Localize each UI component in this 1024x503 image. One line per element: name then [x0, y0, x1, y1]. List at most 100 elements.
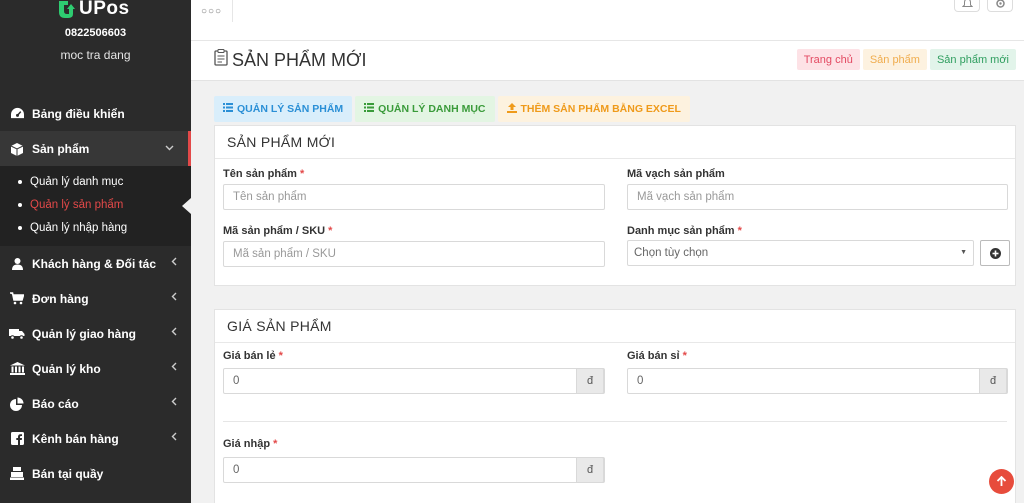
page-title-text: SẢN PHẨM MỚI	[232, 49, 367, 70]
tab-manage-categories[interactable]: QUẢN LÝ DANH MỤC	[355, 96, 495, 122]
sidebar-item-label: Khách hàng & Đối tác	[32, 256, 157, 271]
app-logo[interactable]: UPos	[56, 0, 130, 21]
label-text: Giá bán sỉ	[627, 350, 680, 362]
clipboard-icon	[214, 49, 228, 71]
list-icon	[223, 103, 233, 115]
input-value: 0	[233, 464, 240, 476]
label-text: Danh mục sản phẩm	[627, 225, 735, 237]
sidebar-nav: Bảng điều khiển Sản phẩm Quản lý danh mụ…	[0, 96, 191, 491]
sidebar-item-label: Đơn hàng	[32, 291, 89, 306]
sidebar: UPos 0822506603 moc tra dang Bảng điều k…	[0, 0, 191, 503]
required-mark: *	[682, 350, 687, 362]
box-icon	[9, 142, 25, 156]
upload-icon	[506, 102, 517, 116]
bell-icon	[961, 0, 973, 7]
chevron-left-icon	[171, 432, 177, 444]
label-text: Giá bán lẻ	[223, 350, 276, 362]
import-price-label: Giá nhập *	[223, 438, 277, 450]
label-text: Giá nhập	[223, 438, 271, 450]
sidebar-item-orders[interactable]: Đơn hàng	[0, 281, 191, 316]
settings-button[interactable]	[987, 0, 1013, 12]
apps-menu-button[interactable]: ○○○	[191, 0, 233, 22]
label-text: Mã vạch sản phẩm	[627, 168, 725, 180]
chevron-left-icon	[171, 327, 177, 339]
product-name-input[interactable]: Tên sản phẩm	[223, 184, 605, 210]
dots-icon: ○○○	[200, 5, 223, 17]
caret-down-icon: ▼	[960, 249, 967, 256]
submenu-item-imports[interactable]: Quản lý nhập hàng	[0, 216, 191, 239]
required-mark: *	[328, 225, 333, 237]
truck-icon	[9, 327, 25, 341]
logo-icon	[56, 0, 76, 19]
submenu-item-label: Quản lý sản phẩm	[30, 198, 124, 211]
required-mark: *	[273, 438, 278, 450]
barcode-input[interactable]: Mã vạch sản phẩm	[627, 184, 1008, 210]
submenu-item-products[interactable]: Quản lý sản phẩm	[0, 193, 191, 216]
required-mark: *	[278, 350, 283, 362]
sidebar-item-label: Quản lý giao hàng	[32, 326, 137, 341]
section-divider	[223, 421, 1007, 422]
chevron-down-icon	[165, 142, 174, 154]
panel-title: SẢN PHẨM MỚI	[215, 126, 1015, 159]
chevron-left-icon	[171, 257, 177, 269]
sidebar-item-sales-channels[interactable]: Kênh bán hàng	[0, 421, 191, 456]
tab-manage-products[interactable]: QUẢN LÝ SẢN PHẨM	[214, 96, 353, 122]
placeholder-text: Mã sản phẩm / SKU	[233, 248, 336, 260]
sidebar-item-reports[interactable]: Báo cáo	[0, 386, 191, 421]
sidebar-item-label: Bán tại quầy	[32, 466, 104, 481]
products-submenu: Quản lý danh mục Quản lý sản phẩm Quản l…	[0, 166, 191, 246]
submenu-item-label: Quản lý nhập hàng	[30, 221, 128, 234]
wholesale-price-label: Giá bán sỉ *	[627, 350, 687, 362]
bullet-icon	[18, 225, 22, 230]
sidebar-item-label: Kênh bán hàng	[32, 431, 119, 446]
sidebar-item-label: Bảng điều khiển	[32, 106, 125, 121]
sidebar-item-pos[interactable]: Bán tại quầy	[0, 456, 191, 491]
breadcrumb-current: Sản phẩm mới	[929, 49, 1016, 70]
page-title: SẢN PHẨM MỚI	[214, 49, 366, 71]
label-text: Tên sản phẩm	[223, 168, 297, 180]
user-phone: 0822506603	[64, 27, 127, 39]
tab-label: THÊM SẢN PHẨM BẰNG EXCEL	[520, 103, 681, 115]
sidebar-item-dashboard[interactable]: Bảng điều khiển	[0, 96, 191, 131]
cash-register-icon	[9, 467, 25, 481]
page-header: SẢN PHẨM MỚI Trang chủ Sản phẩm Sản phẩm…	[191, 41, 1024, 81]
tab-label: QUẢN LÝ DANH MỤC	[378, 103, 486, 115]
plus-circle-icon	[989, 247, 1001, 259]
tab-label: QUẢN LÝ SẢN PHẨM	[237, 103, 344, 115]
sidebar-item-warehouse[interactable]: Quản lý kho	[0, 351, 191, 386]
user-icon	[9, 257, 25, 271]
breadcrumb-products[interactable]: Sản phẩm	[862, 49, 927, 70]
tab-import-excel[interactable]: THÊM SẢN PHẨM BẰNG EXCEL	[497, 96, 690, 122]
submenu-item-categories[interactable]: Quản lý danh mục	[0, 170, 191, 193]
input-value: 0	[637, 375, 644, 387]
sidebar-item-shipping[interactable]: Quản lý giao hàng	[0, 316, 191, 351]
required-mark: *	[737, 225, 742, 237]
retail-price-input[interactable]: 0 đ	[223, 368, 605, 394]
scroll-to-top-button[interactable]	[989, 469, 1014, 494]
retail-price-label: Giá bán lẻ *	[223, 350, 283, 362]
gear-icon	[995, 0, 1005, 8]
select-value: Chọn tùy chọn	[634, 247, 709, 259]
sidebar-item-customers[interactable]: Khách hàng & Đối tác	[0, 246, 191, 281]
list-icon	[364, 103, 375, 115]
warehouse-icon	[9, 362, 25, 376]
action-tabs: QUẢN LÝ SẢN PHẨM QUẢN LÝ DANH MỤC THÊM S…	[214, 96, 690, 122]
user-name: moc tra dang	[60, 48, 131, 62]
bullet-icon	[18, 202, 22, 207]
sku-input[interactable]: Mã sản phẩm / SKU	[223, 241, 605, 267]
notification-bell-button[interactable]	[954, 0, 980, 12]
sidebar-item-products[interactable]: Sản phẩm	[0, 131, 191, 166]
category-select[interactable]: Chọn tùy chọn ▼	[627, 240, 974, 266]
currency-addon: đ	[979, 368, 1007, 394]
placeholder-text: Mã vạch sản phẩm	[637, 191, 735, 203]
sidebar-item-label: Báo cáo	[32, 396, 79, 411]
wholesale-price-input[interactable]: 0 đ	[627, 368, 1008, 394]
import-price-input[interactable]: 0 đ	[223, 457, 605, 483]
topbar: ○○○	[191, 0, 1024, 41]
chevron-left-icon	[171, 362, 177, 374]
breadcrumb-home[interactable]: Trang chủ	[796, 49, 860, 70]
add-category-button[interactable]	[980, 240, 1010, 266]
product-name-label: Tên sản phẩm *	[223, 168, 304, 180]
dashboard-icon	[9, 107, 25, 121]
sidebar-item-label: Quản lý kho	[32, 361, 101, 376]
